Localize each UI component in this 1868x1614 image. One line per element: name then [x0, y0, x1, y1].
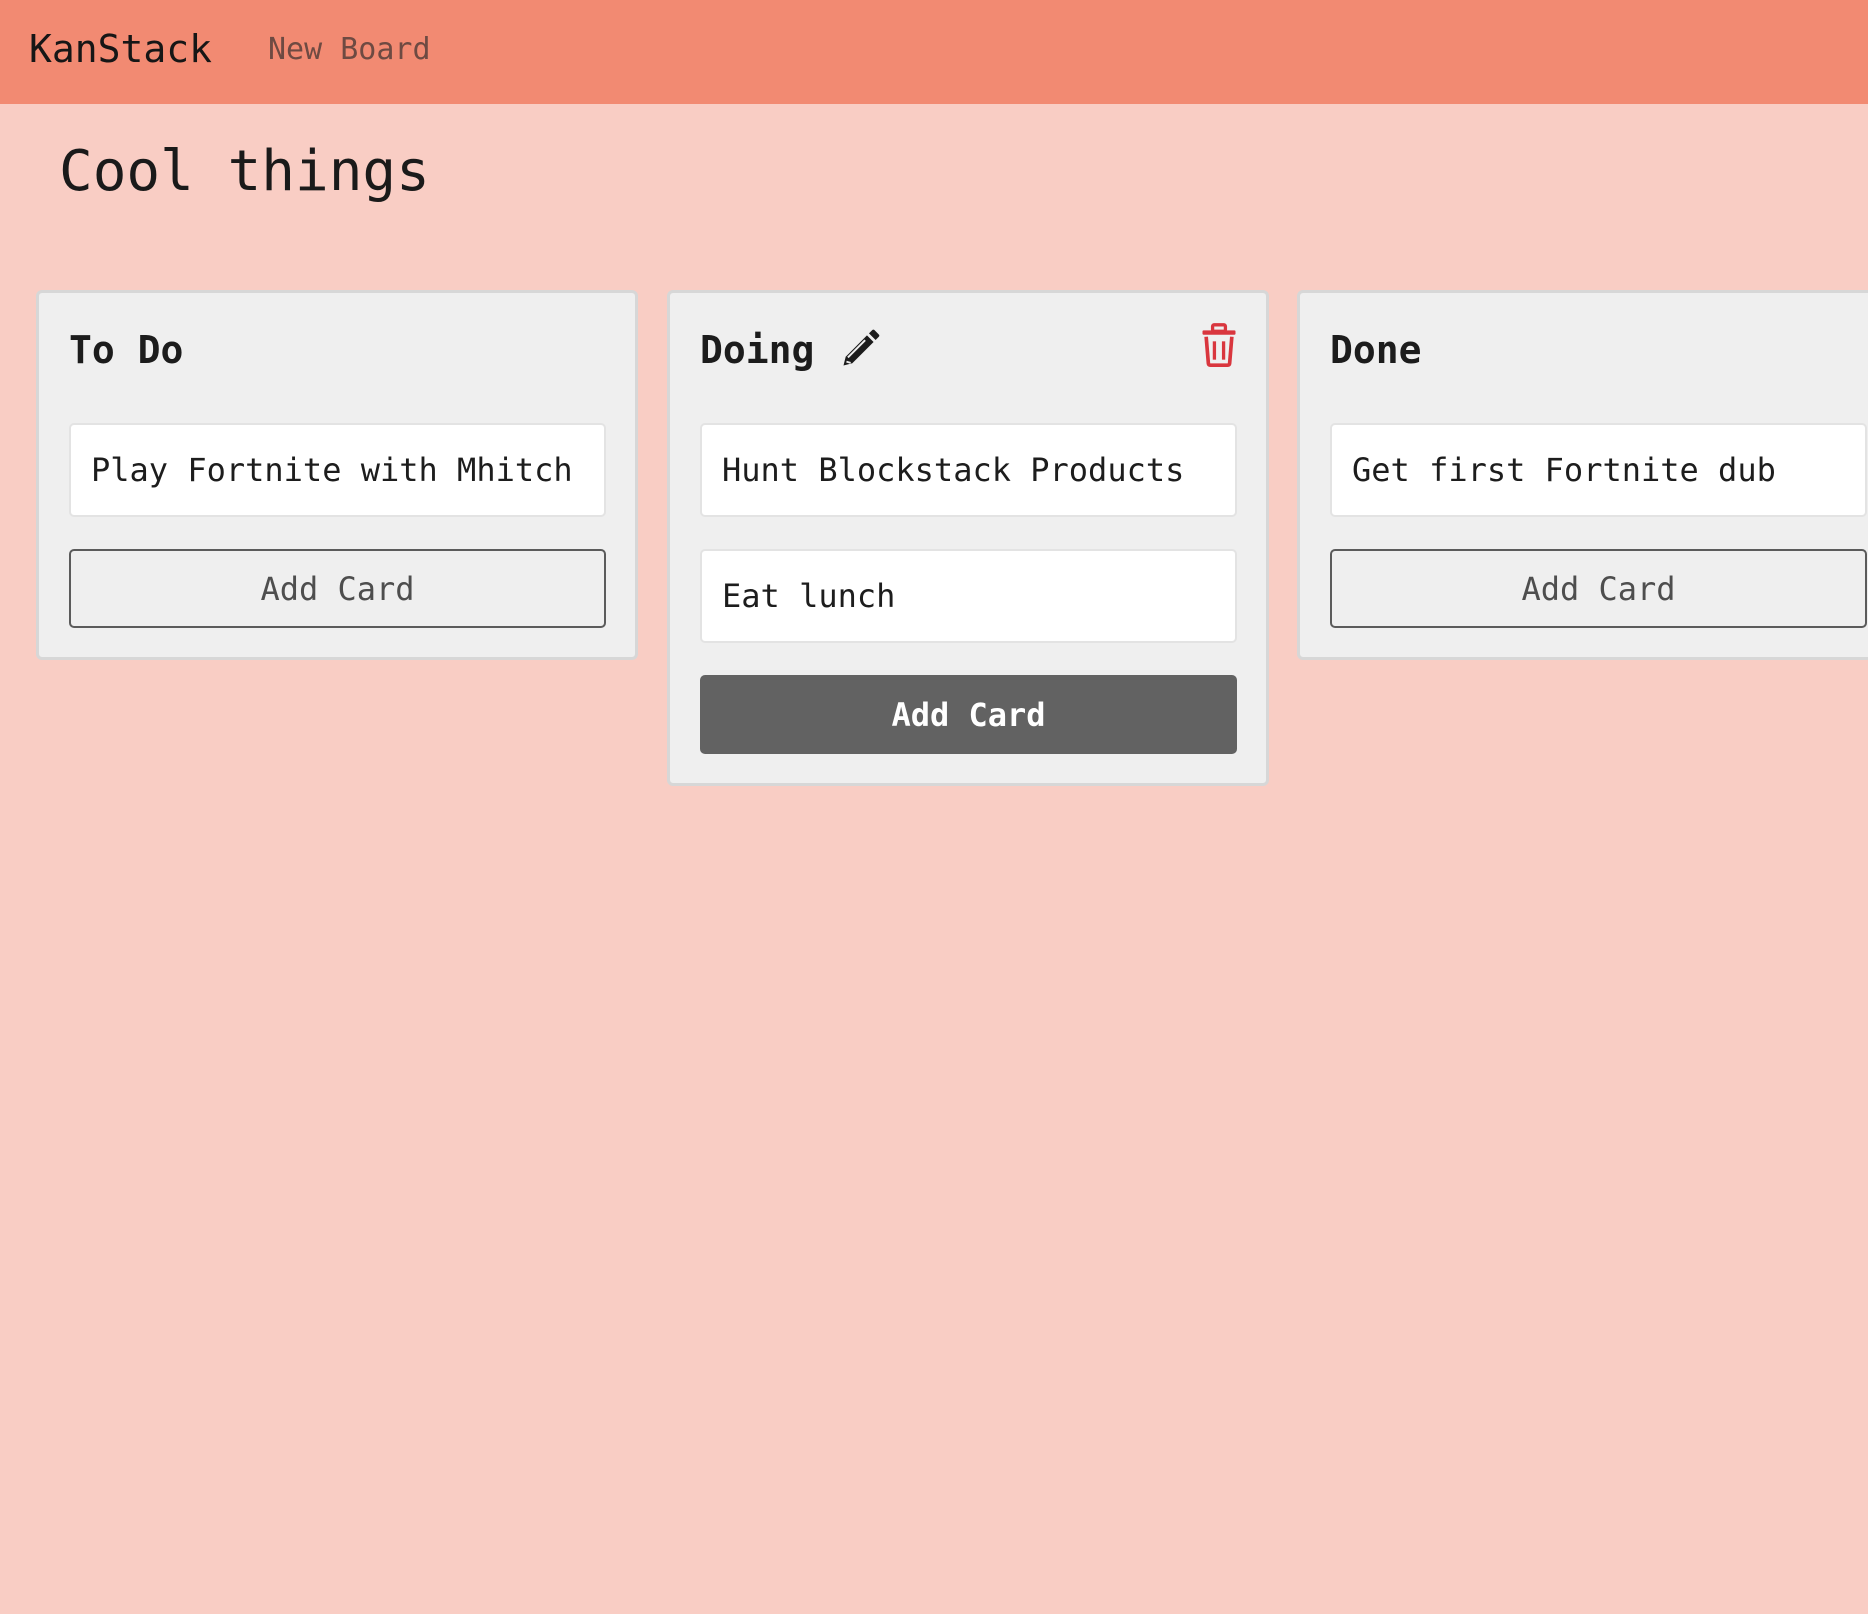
card[interactable]: Eat lunch — [700, 549, 1237, 643]
navbar: KanStack New Board — [0, 0, 1868, 104]
list-doing: Doing Hunt Blockstack Products Eat lunch… — [667, 290, 1269, 786]
list-header: To Do — [39, 293, 635, 423]
list-to-do: To Do Play Fortnite with Mhitch Add Card — [36, 290, 638, 660]
add-card-button[interactable]: Add Card — [700, 675, 1237, 754]
list-done: Done Get first Fortnite dub Add Card — [1297, 290, 1868, 660]
brand-logo[interactable]: KanStack — [29, 26, 212, 72]
pencil-icon[interactable] — [838, 327, 882, 371]
new-board-link[interactable]: New Board — [268, 32, 431, 68]
list-header: Done — [1300, 293, 1868, 423]
list-header: Doing — [670, 293, 1266, 423]
board-title: Cool things — [59, 139, 430, 204]
list-title[interactable]: Doing — [700, 327, 814, 373]
list-title: To Do — [69, 328, 184, 372]
trash-icon[interactable] — [1200, 323, 1238, 367]
card[interactable]: Play Fortnite with Mhitch — [69, 423, 606, 517]
list-title: Done — [1330, 328, 1422, 372]
add-card-button[interactable]: Add Card — [1330, 549, 1867, 628]
card[interactable]: Hunt Blockstack Products — [700, 423, 1237, 517]
card[interactable]: Get first Fortnite dub — [1330, 423, 1867, 517]
add-card-button[interactable]: Add Card — [69, 549, 606, 628]
